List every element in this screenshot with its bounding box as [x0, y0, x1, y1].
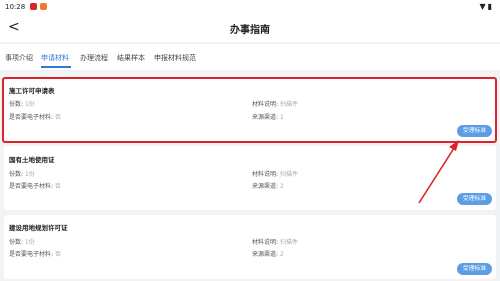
tab-intro[interactable]: 事项介绍 [5, 53, 33, 63]
material-card: 建设用地规划许可证 份数: 1份 材料说明: 扫描件 是否要电子材料: 否 来源… [4, 215, 496, 279]
electronic-value: 否 [54, 251, 61, 258]
header: < 办事指南 [0, 14, 500, 42]
electronic-label: 是否要电子材料: [9, 183, 54, 190]
material-title: 建设用地规划许可证 [9, 224, 68, 232]
desc-label: 材料说明: [252, 239, 279, 246]
system-indicators: ▼▮ [479, 2, 494, 11]
material-title: 国有土地使用证 [9, 156, 55, 164]
desc-value: 扫描件 [279, 171, 298, 178]
count-value: 1份 [24, 171, 35, 178]
tab-process[interactable]: 办理流程 [80, 53, 108, 63]
count-field: 份数: 1份 [9, 169, 35, 178]
count-value: 1份 [24, 239, 35, 246]
status-bar: 10:28 ▼▮ [0, 0, 500, 14]
page-title: 办事指南 [230, 25, 270, 36]
annotation-highlight-box [2, 77, 497, 143]
acceptance-standard-button[interactable]: 受理标准 [457, 263, 492, 275]
count-label: 份数: [9, 239, 24, 246]
tab-materials[interactable]: 申请材料 [41, 53, 69, 63]
desc-field: 材料说明: 扫描件 [252, 237, 298, 246]
battery-icon: ▮ [487, 2, 494, 11]
wifi-icon: ▼ [479, 2, 488, 11]
count-label: 份数: [9, 171, 24, 178]
notification-icon [30, 3, 37, 10]
tab-material-spec[interactable]: 申报材料规范 [154, 53, 196, 63]
electronic-field: 是否要电子材料: 否 [9, 249, 61, 258]
electronic-label: 是否要电子材料: [9, 251, 54, 258]
source-value: 2 [279, 251, 284, 258]
desc-label: 材料说明: [252, 171, 279, 178]
desc-field: 材料说明: 扫描件 [252, 169, 298, 178]
source-value: 2 [279, 183, 284, 190]
source-label: 来源渠道: [252, 251, 279, 258]
active-tab-indicator [41, 66, 71, 68]
desc-value: 扫描件 [279, 239, 298, 246]
tab-bar: 事项介绍 申请材料 办理流程 结果样本 申报材料规范 [0, 44, 500, 70]
tab-result-sample[interactable]: 结果样本 [117, 53, 145, 63]
count-field: 份数: 1份 [9, 237, 35, 246]
electronic-field: 是否要电子材料: 否 [9, 181, 61, 190]
source-label: 来源渠道: [252, 183, 279, 190]
electronic-value: 否 [54, 183, 61, 190]
status-time: 10:28 [5, 3, 26, 11]
app-notification-icon [40, 3, 47, 10]
source-field: 来源渠道: 2 [252, 181, 284, 190]
material-card: 国有土地使用证 份数: 1份 材料说明: 扫描件 是否要电子材料: 否 来源渠道… [4, 146, 496, 210]
acceptance-standard-button[interactable]: 受理标准 [457, 193, 492, 205]
source-field: 来源渠道: 2 [252, 249, 284, 258]
